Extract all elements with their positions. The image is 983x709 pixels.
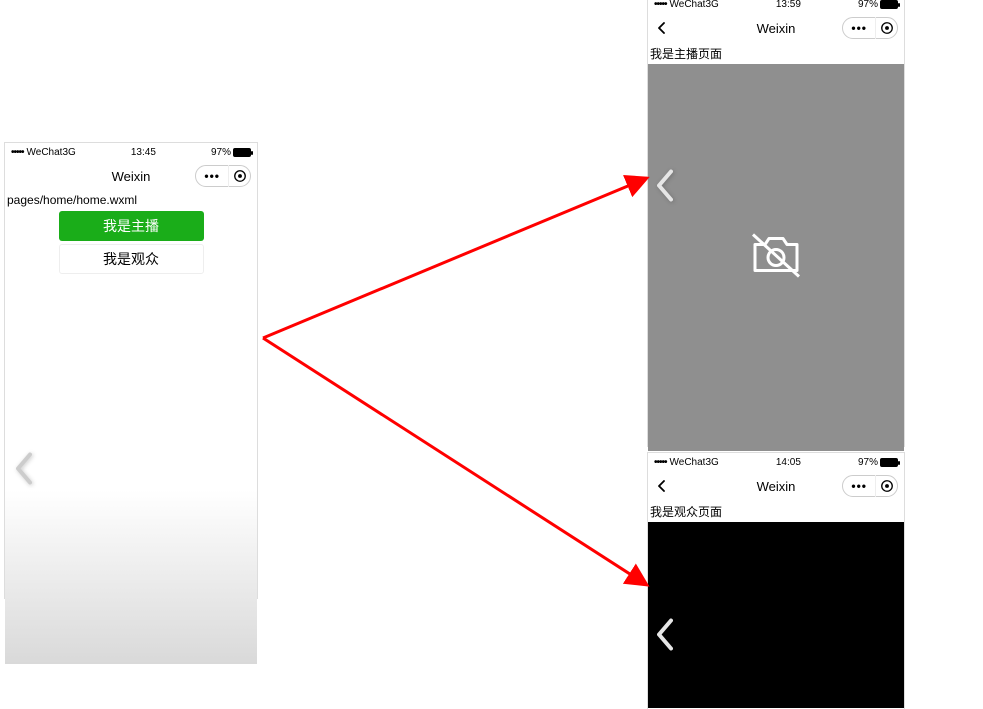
nav-bar: Weixin ••• [648,13,904,43]
nav-title: Weixin [112,169,151,184]
phone-audience: ••••• WeChat3G 14:05 97% Weixin ••• 我是观众… [647,452,905,709]
chevron-left-icon[interactable] [654,618,676,657]
arrow-to-audience [263,338,647,585]
nav-bar: Weixin ••• [648,471,904,501]
phone-broadcaster: ••••• WeChat3G 13:59 97% Weixin ••• 我是主播… [647,0,905,447]
battery-percent: 97% [211,147,231,158]
chevron-left-icon[interactable] [13,452,35,491]
battery-percent: 97% [858,0,878,10]
nav-title: Weixin [757,479,796,494]
capsule-menu[interactable]: ••• [842,475,898,497]
broadcaster-body [648,64,904,451]
close-target-icon[interactable] [875,475,897,497]
battery-icon [880,458,898,467]
capsule-menu[interactable]: ••• [842,17,898,39]
close-target-icon[interactable] [875,17,897,39]
no-camera-icon [747,230,805,285]
phone-home: ••••• WeChat3G 13:45 97% Weixin ••• page… [4,142,258,599]
back-chevron-icon[interactable] [656,480,668,492]
chevron-left-icon[interactable] [654,168,676,207]
battery-icon [880,0,898,9]
status-bar: ••••• WeChat3G 14:05 97% [648,453,904,471]
page-label: 我是主播页面 [648,43,904,64]
nav-bar: Weixin ••• [5,161,257,191]
carrier-label: WeChat3G [27,147,76,158]
back-chevron-icon[interactable] [656,22,668,34]
home-body [5,278,257,664]
nav-title: Weixin [757,21,796,36]
close-target-icon[interactable] [228,165,250,187]
clock-label: 13:45 [131,147,156,158]
status-bar: ••••• WeChat3G 13:45 97% [5,143,257,161]
clock-label: 14:05 [776,457,801,468]
status-bar: ••••• WeChat3G 13:59 97% [648,0,904,13]
more-icon[interactable]: ••• [196,170,228,182]
carrier-label: WeChat3G [670,0,719,10]
audience-body [648,522,904,708]
more-icon[interactable]: ••• [843,22,875,34]
page-path-label: pages/home/home.wxml [5,191,257,209]
broadcaster-button[interactable]: 我是主播 [59,211,204,241]
capsule-menu[interactable]: ••• [195,165,251,187]
arrow-to-broadcaster [263,178,647,338]
more-icon[interactable]: ••• [843,480,875,492]
clock-label: 13:59 [776,0,801,10]
audience-button[interactable]: 我是观众 [59,244,204,274]
signal-dots-icon: ••••• [654,0,667,10]
battery-icon [233,148,251,157]
carrier-label: WeChat3G [670,457,719,468]
page-label: 我是观众页面 [648,501,904,522]
signal-dots-icon: ••••• [654,457,667,468]
signal-dots-icon: ••••• [11,147,24,158]
battery-percent: 97% [858,457,878,468]
